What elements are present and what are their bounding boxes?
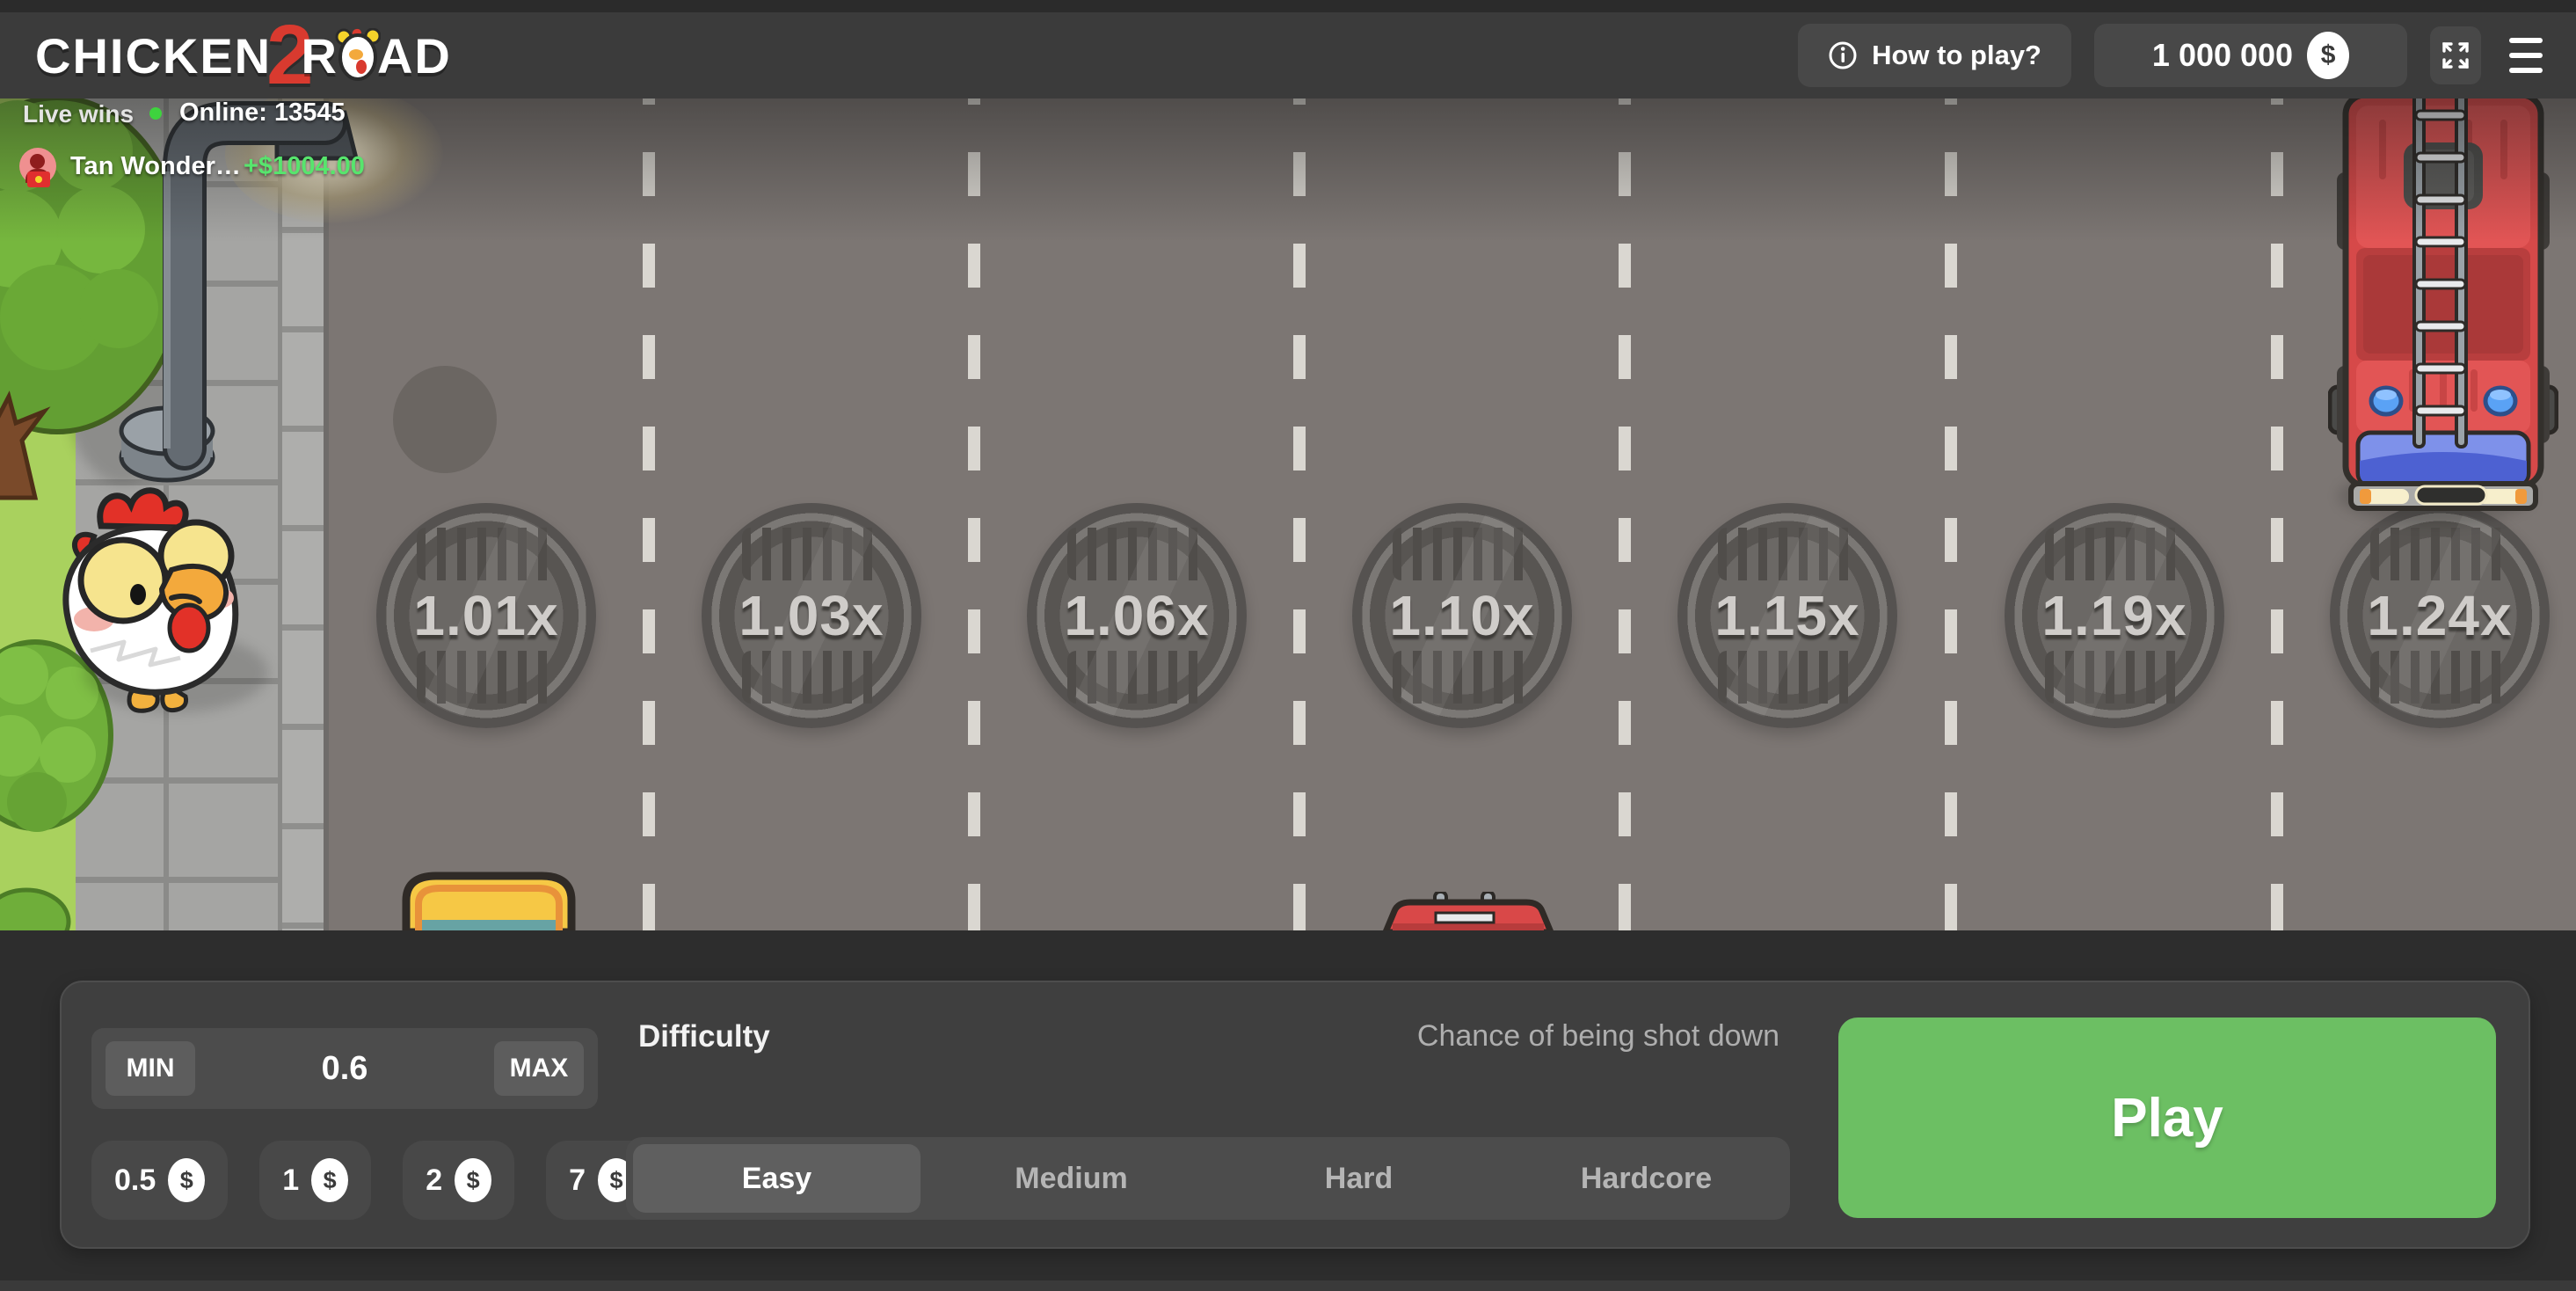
avatar xyxy=(19,148,56,185)
quick-bet-row: 0.5 $ 1 $ 2 $ 7 $ xyxy=(91,1141,658,1220)
top-strip xyxy=(0,0,2576,12)
win-amount: +$1004.00 xyxy=(244,152,365,181)
manhole-multiplier: 1.24x xyxy=(2330,503,2550,728)
multiplier-label: 1.15x xyxy=(1677,503,1897,728)
logo-text-chicken: CHICKEN xyxy=(35,27,272,84)
quick-bet-0.5-button[interactable]: 0.5 $ xyxy=(91,1141,228,1220)
lane-divider xyxy=(1293,88,1306,930)
balance-value: 1 000 000 xyxy=(2152,37,2293,74)
currency-coin-icon: $ xyxy=(2307,32,2349,79)
multiplier-label: 1.10x xyxy=(1352,503,1572,728)
bet-min-button[interactable]: MIN xyxy=(106,1041,195,1096)
info-icon xyxy=(1828,40,1858,70)
multiplier-label: 1.24x xyxy=(2330,503,2550,728)
yellow-car-icon xyxy=(396,869,582,932)
multiplier-label: 1.03x xyxy=(702,503,921,728)
top-bar-controls: How to play? 1 000 000 $ xyxy=(1798,12,2548,98)
bottom-bar: MIN 0.6 MAX 0.5 $ 1 $ 2 $ 7 xyxy=(0,930,2576,1291)
bet-max-button[interactable]: MAX xyxy=(494,1041,584,1096)
quick-bet-1-button[interactable]: 1 $ xyxy=(259,1141,371,1220)
red-truck-rear-icon xyxy=(1380,892,1556,932)
game-screen: 1.01x 1.03x 1.06x 1.10x 1.15x 1.19x 1.24… xyxy=(0,0,2576,1291)
flag-badge xyxy=(27,171,50,187)
logo-chicken-head-icon xyxy=(335,28,381,83)
road-stain xyxy=(393,366,497,473)
lane-divider xyxy=(2271,88,2283,930)
online-status-dot xyxy=(149,107,162,120)
manhole-multiplier: 1.15x xyxy=(1677,503,1897,728)
multiplier-label: 1.06x xyxy=(1027,503,1247,728)
manhole-multiplier: 1.03x xyxy=(702,503,921,728)
manhole-multiplier: 1.10x xyxy=(1352,503,1572,728)
game-logo: CHICKEN 2 R AD xyxy=(35,12,452,98)
currency-coin-icon: $ xyxy=(455,1158,491,1202)
tab-medium[interactable]: Medium xyxy=(928,1137,1215,1220)
multiplier-label: 1.01x xyxy=(376,503,596,728)
multiplier-label: 1.19x xyxy=(2005,503,2224,728)
lane-divider xyxy=(643,88,655,930)
manhole-multiplier: 1.19x xyxy=(2005,503,2224,728)
tab-hard[interactable]: Hard xyxy=(1215,1137,1503,1220)
top-bar: CHICKEN 2 R AD How to play? xyxy=(0,12,2576,98)
control-panel: MIN 0.6 MAX 0.5 $ 1 $ 2 $ 7 xyxy=(60,981,2530,1249)
live-wins-label: Live wins xyxy=(23,100,134,128)
logo-text-oad: AD xyxy=(377,27,452,84)
online-count: Online: 13545 xyxy=(179,98,346,128)
lane-divider xyxy=(1945,88,1957,930)
tab-easy[interactable]: Easy xyxy=(633,1144,921,1213)
quick-bet-2-button[interactable]: 2 $ xyxy=(403,1141,514,1220)
play-button[interactable]: Play xyxy=(1838,1017,2496,1218)
balance-display[interactable]: 1 000 000 $ xyxy=(2094,24,2407,87)
bet-amount-box: MIN 0.6 MAX xyxy=(91,1028,598,1109)
menu-button[interactable] xyxy=(2504,33,2548,78)
fullscreen-icon xyxy=(2440,40,2471,71)
chicken-character xyxy=(40,485,251,714)
chance-label: Chance of being shot down xyxy=(1417,1019,1779,1054)
street-lamp-icon xyxy=(114,84,369,497)
tab-hardcore[interactable]: Hardcore xyxy=(1503,1137,1790,1220)
bush-small-icon xyxy=(0,886,72,932)
how-to-play-label: How to play? xyxy=(1872,40,2041,71)
difficulty-label: Difficulty xyxy=(638,1019,770,1054)
logo-text-r: R xyxy=(302,27,338,84)
bet-amount-value[interactable]: 0.6 xyxy=(322,1050,368,1088)
fullscreen-button[interactable] xyxy=(2430,26,2481,84)
winner-username: Tan Wonder… xyxy=(70,152,224,181)
currency-coin-icon: $ xyxy=(168,1158,205,1202)
currency-coin-icon: $ xyxy=(311,1158,348,1202)
manhole-multiplier: 1.06x xyxy=(1027,503,1247,728)
how-to-play-button[interactable]: How to play? xyxy=(1798,24,2071,87)
manhole-multiplier: 1.01x xyxy=(376,503,596,728)
fire-truck-icon xyxy=(2328,91,2558,515)
live-win-entry: Tan Wonder… +$1004.00 xyxy=(19,148,365,185)
lane-divider xyxy=(968,88,980,930)
difficulty-tabs: Easy Medium Hard Hardcore xyxy=(626,1137,1790,1220)
lane-divider xyxy=(1619,88,1631,930)
menu-icon xyxy=(2509,38,2543,43)
